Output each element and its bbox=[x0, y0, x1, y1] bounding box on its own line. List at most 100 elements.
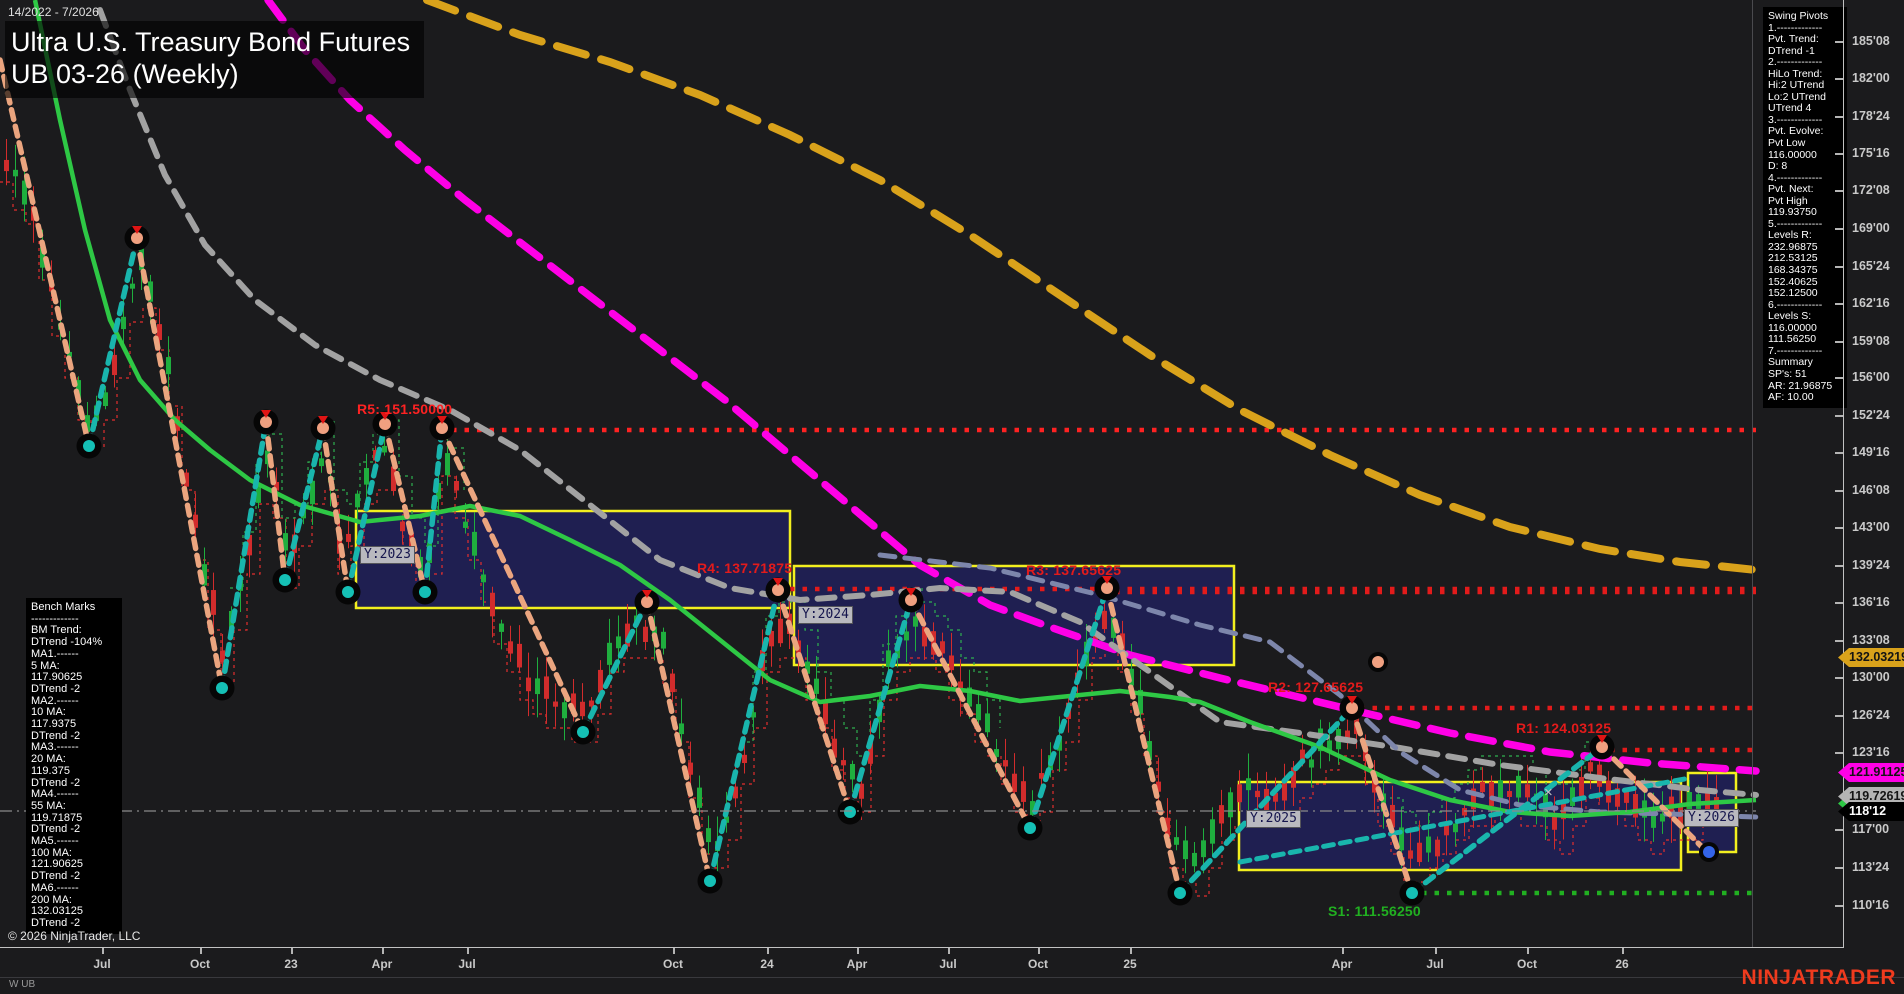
time-tick bbox=[1038, 948, 1040, 954]
ninjatrader-logo: NINJATRADER bbox=[1742, 966, 1896, 990]
price-tick bbox=[1835, 116, 1843, 118]
time-tick-label: Oct bbox=[1505, 957, 1549, 971]
time-tick bbox=[291, 948, 293, 954]
price-tick-label: 130'00 bbox=[1852, 670, 1904, 684]
price-tick bbox=[1835, 602, 1843, 604]
time-tick-label: Apr bbox=[1320, 957, 1364, 971]
copyright-text: © 2026 NinjaTrader, LLC bbox=[8, 929, 140, 943]
time-tick bbox=[767, 948, 769, 954]
panel-line: 117.9375 bbox=[31, 719, 117, 731]
chart-date-range: 14/2022 - 7/2026 bbox=[8, 5, 99, 19]
time-tick bbox=[200, 948, 202, 954]
panel-line: 168.34375 bbox=[1768, 265, 1842, 277]
price-tick bbox=[1835, 377, 1843, 379]
bench-marks-panel: Bench Marks-------------BM Trend:DTrend … bbox=[26, 598, 122, 934]
price-tick bbox=[1835, 490, 1843, 492]
level-label-R4: R4: 137.71875 bbox=[697, 560, 792, 576]
level-label-R2: R2: 127.65625 bbox=[1268, 679, 1363, 695]
price-tick-label: 113'24 bbox=[1852, 860, 1904, 874]
price-tick-label: 136'16 bbox=[1852, 595, 1904, 609]
price-tick-label: 126'24 bbox=[1852, 708, 1904, 722]
time-tick bbox=[1435, 948, 1437, 954]
price-tick bbox=[1835, 341, 1843, 343]
time-tick-label: Jul bbox=[80, 957, 124, 971]
price-tick-label: 162'16 bbox=[1852, 296, 1904, 310]
price-tick bbox=[1835, 565, 1843, 567]
price-tick-label: 178'24 bbox=[1852, 109, 1904, 123]
footer-divider bbox=[0, 977, 1904, 978]
price-tick bbox=[1835, 905, 1843, 907]
time-tick bbox=[1527, 948, 1529, 954]
time-tick-label: Oct bbox=[178, 957, 222, 971]
panel-line: Swing Pivots bbox=[1768, 11, 1842, 23]
panel-line: 152.12500 bbox=[1768, 288, 1842, 300]
time-tick-label: Oct bbox=[1016, 957, 1060, 971]
panel-line: DTrend -2 bbox=[31, 684, 117, 696]
level-label-R1: R1: 124.03125 bbox=[1516, 720, 1611, 736]
price-tick bbox=[1835, 677, 1843, 679]
price-tick bbox=[1835, 867, 1843, 869]
price-tick bbox=[1835, 715, 1843, 717]
level-label-R5: R5: 151.50000 bbox=[357, 401, 452, 417]
time-tick bbox=[1342, 948, 1344, 954]
price-tick bbox=[1835, 752, 1843, 754]
price-tick bbox=[1835, 452, 1843, 454]
time-tick bbox=[467, 948, 469, 954]
price-tick-label: 143'00 bbox=[1852, 520, 1904, 534]
chart-title-line1: Ultra U.S. Treasury Bond Futures bbox=[11, 26, 410, 58]
time-tick-label: 24 bbox=[745, 957, 789, 971]
moving-averages-layer bbox=[35, 0, 1756, 817]
year-chip[interactable]: Y:2023 bbox=[360, 546, 415, 564]
year-chip[interactable]: Y:2024 bbox=[798, 606, 853, 624]
time-tick-label: Apr bbox=[835, 957, 879, 971]
time-tick-label: 23 bbox=[269, 957, 313, 971]
price-tick bbox=[1835, 41, 1843, 43]
panel-line: Bench Marks bbox=[31, 602, 117, 614]
price-marker: 118'12 bbox=[1838, 802, 1904, 821]
price-tick bbox=[1835, 190, 1843, 192]
time-tick bbox=[948, 948, 950, 954]
time-tick bbox=[1130, 948, 1132, 954]
ninjatrader-chart-window: 14/2022 - 7/2026 Ultra U.S. Treasury Bon… bbox=[0, 0, 1904, 994]
price-marker: 132.03219 bbox=[1838, 648, 1904, 667]
price-tick bbox=[1835, 78, 1843, 80]
year-chip[interactable]: Y:2025 bbox=[1246, 810, 1301, 828]
price-tick bbox=[1835, 640, 1843, 642]
chart-title-line2: UB 03-26 (Weekly) bbox=[11, 58, 410, 90]
price-tick-label: 139'24 bbox=[1852, 558, 1904, 572]
price-tick-label: 117'00 bbox=[1852, 822, 1904, 836]
panel-line: 119.375 bbox=[31, 766, 117, 778]
ma-gold-dashed bbox=[427, 0, 1756, 570]
level-label-S1: S1: 111.56250 bbox=[1328, 903, 1421, 919]
price-tick-label: 149'16 bbox=[1852, 445, 1904, 459]
cross-marker: × bbox=[1544, 784, 1553, 801]
level-label-R3: R3: 137.65625 bbox=[1026, 562, 1121, 578]
time-tick-label: 26 bbox=[1600, 957, 1644, 971]
price-tick-label: 159'08 bbox=[1852, 334, 1904, 348]
plot-right-border bbox=[1752, 0, 1753, 947]
ma-gray-dashed bbox=[100, 10, 1756, 795]
price-marker: 121.91125 bbox=[1838, 763, 1904, 782]
price-tick bbox=[1835, 303, 1843, 305]
time-tick-label: Jul bbox=[926, 957, 970, 971]
year-chip[interactable]: Y:2026 bbox=[1684, 809, 1739, 827]
price-tick bbox=[1835, 228, 1843, 230]
ma-green-solid bbox=[35, 0, 1756, 816]
price-tick-label: 133'08 bbox=[1852, 633, 1904, 647]
time-tick-label: Oct bbox=[651, 957, 695, 971]
time-tick bbox=[1622, 948, 1624, 954]
panel-line: AF: 10.00 bbox=[1768, 392, 1842, 404]
price-tick-label: 169'00 bbox=[1852, 221, 1904, 235]
panel-line: MA1.------ bbox=[31, 649, 117, 661]
instrument-tab[interactable]: W UB bbox=[9, 979, 35, 990]
panel-line: Pvt. Trend: bbox=[1768, 34, 1842, 46]
time-tick-label: 25 bbox=[1108, 957, 1152, 971]
swing-zigzag-layer bbox=[0, 60, 1719, 906]
panel-line: 55 MA: bbox=[31, 801, 117, 813]
price-tick bbox=[1835, 415, 1843, 417]
chart-surface[interactable] bbox=[0, 0, 1904, 994]
price-tick bbox=[1835, 829, 1843, 831]
time-axis-line bbox=[0, 947, 1844, 948]
panel-line: SP's: 51 bbox=[1768, 369, 1842, 381]
price-tick bbox=[1835, 153, 1843, 155]
